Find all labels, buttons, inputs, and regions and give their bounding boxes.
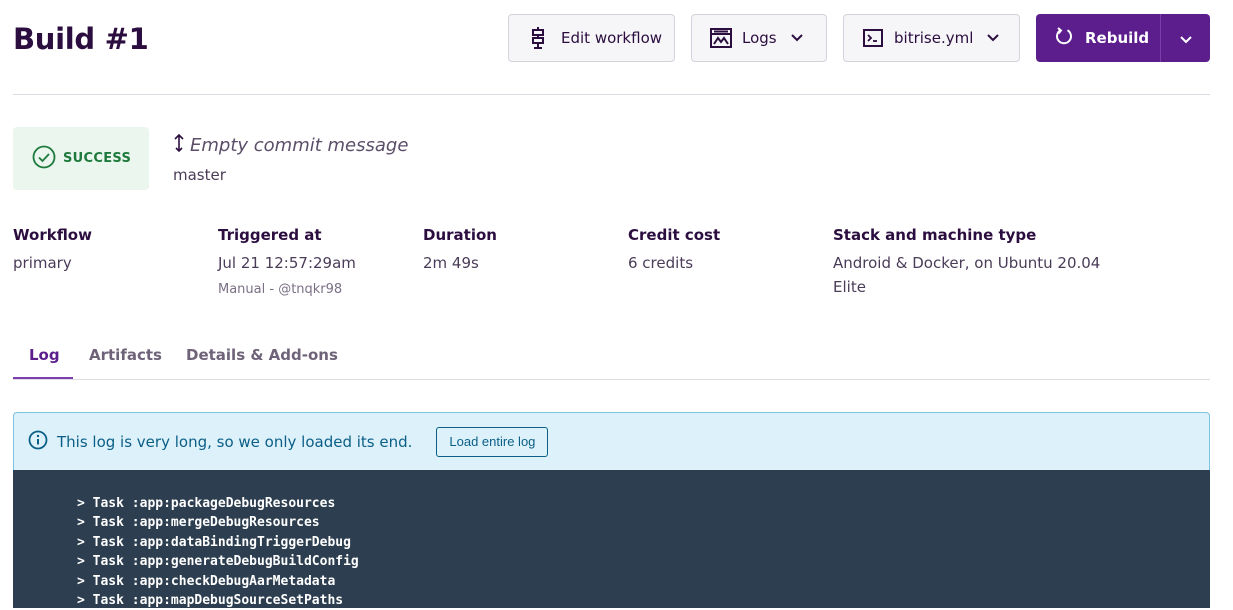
active-tab-indicator (13, 377, 73, 379)
tab-log[interactable]: Log (29, 346, 60, 364)
tab-artifacts[interactable]: Artifacts (89, 346, 162, 364)
terminal-icon (862, 27, 884, 49)
workflow-label: Workflow (13, 226, 92, 244)
duration-label: Duration (423, 226, 497, 244)
log-line: > Task :app:checkDebugAarMetadata (77, 573, 336, 589)
workflow-value: primary (13, 254, 72, 272)
tabs-divider (13, 379, 1210, 380)
rebuild-icon (1055, 26, 1073, 50)
log-line: > Task :app:generateDebugBuildConfig (77, 554, 359, 570)
chevron-down-icon (1179, 29, 1192, 48)
machine-type-value: Elite (833, 278, 866, 296)
logs-label: Logs (742, 29, 777, 47)
log-line: > Task :app:mapDebugSourceSetPaths (77, 593, 344, 609)
credit-cost-value: 6 credits (628, 254, 694, 272)
rebuild-label: Rebuild (1085, 29, 1150, 47)
rebuild-button[interactable]: Rebuild (1036, 14, 1161, 62)
status-badge: SUCCESS (13, 127, 149, 190)
check-circle-icon (32, 145, 56, 173)
log-line: > Task :app:dataBindingTriggerDebug (77, 534, 351, 550)
triggered-label: Triggered at (218, 226, 322, 244)
load-entire-log-button[interactable]: Load entire log (436, 426, 549, 457)
rebuild-split-button: Rebuild (1036, 14, 1210, 62)
edit-workflow-label: Edit workflow (561, 29, 663, 47)
log-line: > Task :app:mergeDebugResources (77, 515, 320, 531)
tab-details-addons[interactable]: Details & Add-ons (186, 346, 338, 364)
stack-value: Android & Docker, on Ubuntu 20.04 (833, 254, 1101, 272)
commit-message-text: Empty commit message (190, 135, 409, 156)
log-line: > Task :app:packageDebugResources (77, 496, 336, 511)
rebuild-options-button[interactable] (1161, 14, 1210, 62)
edit-workflow-button[interactable]: Edit workflow (508, 14, 675, 62)
log-output[interactable]: > Task :app:packageDebugResources > Task… (13, 470, 1210, 608)
header-divider (13, 94, 1210, 95)
stack-label: Stack and machine type (833, 226, 1037, 244)
chevron-down-icon (790, 34, 803, 42)
info-icon (28, 430, 48, 454)
triggered-by: Manual - @tnqkr98 (218, 282, 343, 297)
triggered-value: Jul 21 12:57:29am (218, 254, 356, 272)
bitrise-yml-dropdown-button[interactable]: bitrise.yml (843, 14, 1020, 62)
stack-icon (527, 27, 549, 49)
duration-value: 2m 49s (423, 254, 479, 272)
credit-cost-label: Credit cost (628, 226, 721, 244)
logs-icon (710, 27, 732, 49)
branch-name: master (173, 166, 226, 184)
logs-dropdown-button[interactable]: Logs (691, 14, 827, 62)
commit-arrow-icon (173, 133, 185, 158)
notice-message: This log is very long, so we only loaded… (57, 432, 413, 451)
status-label: SUCCESS (63, 151, 132, 166)
bitrise-yml-label: bitrise.yml (894, 29, 974, 47)
log-truncated-notice: This log is very long, so we only loaded… (13, 412, 1210, 470)
page-title: Build #1 (13, 22, 149, 56)
commit-message: Empty commit message (173, 133, 408, 158)
chevron-down-icon (987, 34, 1000, 42)
